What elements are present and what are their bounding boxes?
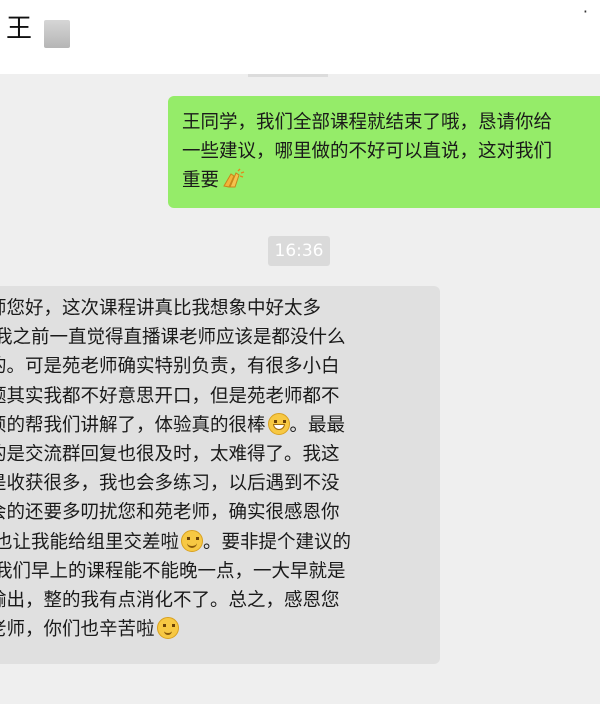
received-message-line: 也让我能给组里交差啦 。要非提个建议的 [0,528,440,557]
message-timestamp: 16:36 [268,236,330,266]
header-divider [248,74,328,77]
sent-message-line: 王同学，我们全部课程就结束了哦，恳请你给 [182,112,553,133]
received-message-text: 。要非提个建议的 [203,531,352,553]
received-message-line: 是收获很多，我也会多练习，以后遇到不没 [0,473,340,495]
received-message-text: 也让我能给组里交差啦 [0,531,180,553]
received-message-bubble[interactable]: 师您好，这次课程讲真比我想象中好太多 我之前一直觉得直播课老师应该是都没什么 的… [0,286,440,664]
chat-header: 王 · [0,0,600,74]
sent-message-line: 重要 [182,166,600,195]
blurred-name-mask [44,20,70,48]
more-options-icon[interactable]: · [583,2,590,21]
received-message-line: 题其实我都不好意思开口，但是苑老师都不 [0,385,340,407]
smiling-face-icon [181,529,204,552]
received-message-line: 老师，你们也辛苦啦 [0,615,440,644]
clapping-hands-icon [223,168,245,188]
received-message-line: 会的还要多叨扰您和苑老师，确实很感恩你 [0,502,340,524]
received-message-line: 师您好，这次课程讲真比我想象中好太多 [0,298,322,319]
sent-message-line: 一些建议，哪里做的不好可以直说，这对我们 [182,141,553,162]
received-message-line: 的是交流群回复也很及时，太难得了。我这 [0,443,340,465]
received-message-line: 烦的帮我们讲解了，体验真的很棒 。最最 [0,411,440,440]
received-message-line: 的。可是苑老师确实特别负责，有很多小白 [0,356,340,378]
received-message-line: 我们早上的课程能不能晚一点，一大早就是 [0,560,346,582]
received-message-line: 我之前一直觉得直播课老师应该是都没什么 [0,327,346,349]
sent-message-bubble[interactable]: 王同学，我们全部课程就结束了哦，恳请你给 一些建议，哪里做的不好可以直说，这对我… [168,96,600,208]
received-message-text: 。最最 [289,414,346,436]
received-message-line: 输出，整的我有点消化不了。总之，感恩您 [0,589,340,611]
grinning-face-icon [267,412,290,435]
received-message-text: 老师，你们也辛苦啦 [0,619,155,641]
received-message-text: 烦的帮我们讲解了，体验真的很棒 [0,414,266,436]
slightly-smiling-face-icon [156,617,179,640]
chat-title: 王 [6,14,37,44]
sent-message-text: 重要 [182,170,220,191]
